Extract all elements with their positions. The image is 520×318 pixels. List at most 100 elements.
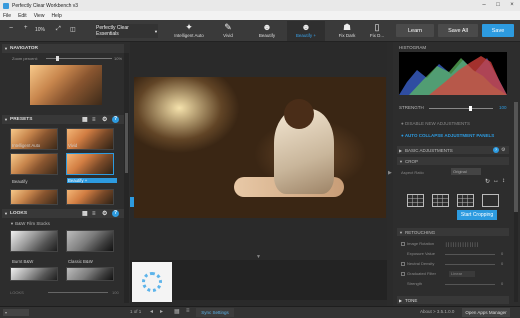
right-panel-toggle[interactable]: ▶ xyxy=(388,170,392,176)
tab-beautify[interactable]: ☻ Beautify xyxy=(248,21,286,41)
menu-edit[interactable]: Edit xyxy=(18,13,27,19)
preset-thumb[interactable] xyxy=(10,153,58,175)
strength-label: STRENGTH xyxy=(399,105,424,110)
rotate-icon[interactable]: ↻ xyxy=(485,178,490,185)
filter-select[interactable]: ▾ xyxy=(3,309,29,316)
tone-header[interactable]: ▶ TONE xyxy=(397,296,509,304)
grid-view-icon[interactable]: ▦ xyxy=(82,116,88,123)
help-icon[interactable]: ? xyxy=(112,210,119,217)
row-slider[interactable] xyxy=(445,284,495,285)
retouch-row[interactable]: Graduated Filter Linear xyxy=(401,271,511,277)
flip-vertical-icon[interactable]: ↕ xyxy=(502,178,505,184)
tab-fix-d[interactable]: ▯ Fix D... xyxy=(366,21,388,41)
zoom-in-button[interactable]: + xyxy=(24,25,28,31)
retouch-row[interactable]: Exposure Value 0 xyxy=(401,251,511,257)
menu-file[interactable]: File xyxy=(3,13,11,19)
scrollbar-thumb[interactable] xyxy=(514,102,518,212)
slider-handle[interactable] xyxy=(469,106,472,111)
aspect-ratio-select[interactable]: Original xyxy=(451,168,481,175)
tab-intelligent-auto[interactable]: ✦ Intelligent Auto xyxy=(170,21,208,41)
crop-header[interactable]: ▼ CROP xyxy=(397,157,509,165)
list-view-icon[interactable]: ≡ xyxy=(92,117,96,123)
navigator-header[interactable]: ▼ NAVIGATOR xyxy=(2,44,124,53)
disable-adjustments-toggle[interactable]: ● DISABLE NEW ADJUSTMENTS xyxy=(401,121,470,126)
basic-adjustments-header[interactable]: ▶ BASIC ADJUSTMENTS ? ⚙ xyxy=(397,146,509,154)
crop-grid-spiral-icon[interactable] xyxy=(482,194,499,207)
minimize-icon[interactable]: – xyxy=(478,1,490,9)
settings-icon[interactable]: ⚙ xyxy=(501,147,505,153)
tab-fix-dark[interactable]: ☗ Fix Dark xyxy=(328,21,366,41)
navigator-preview[interactable] xyxy=(30,65,102,105)
histogram-title: HISTOGRAM xyxy=(399,45,427,50)
row-value: 0 xyxy=(501,251,504,256)
title-bar: Perfectly Clear Workbench v3 – □ × xyxy=(0,0,520,11)
look-thumb[interactable] xyxy=(66,230,114,252)
retouch-row[interactable]: Image Rotation ┃┃┃┃┃┃┃┃┃┃┃┃┃┃ xyxy=(401,241,511,247)
list-icon[interactable]: ≡ xyxy=(186,308,190,314)
look-thumb[interactable] xyxy=(10,267,58,281)
preset-thumb[interactable] xyxy=(10,189,58,205)
save-button[interactable]: Save xyxy=(482,24,514,37)
help-icon[interactable]: ? xyxy=(112,116,119,123)
row-label: Neutral Density xyxy=(407,261,435,266)
open-apps-manager-button[interactable]: Open Apps Manager xyxy=(462,308,510,317)
retouch-row[interactable]: Strength 0 xyxy=(401,281,511,287)
tab-vivid[interactable]: ✎ Vivid xyxy=(209,21,247,41)
settings-icon[interactable]: ⚙ xyxy=(102,116,107,123)
fit-icon[interactable]: ⤢ xyxy=(56,26,61,33)
prev-icon[interactable]: ◂ xyxy=(150,308,153,315)
flip-horizontal-icon[interactable]: ↔ xyxy=(493,178,499,184)
slider-handle[interactable] xyxy=(56,56,59,61)
looks-header[interactable]: ▼ LOOKS ▦ ≡ ⚙ ? xyxy=(2,209,124,218)
preset-thumb-selected[interactable] xyxy=(66,153,114,175)
menu-help[interactable]: Help xyxy=(51,13,61,19)
looks-category-label: B&W Film Stocks xyxy=(15,221,50,226)
looks-category[interactable]: ▼ B&W Film Stocks xyxy=(10,221,50,226)
maximize-icon[interactable]: □ xyxy=(492,1,504,9)
save-all-button[interactable]: Save All xyxy=(438,24,478,37)
presets-header[interactable]: ▼ PRESETS ▦ ≡ ⚙ ? xyxy=(2,115,124,124)
sync-settings-button[interactable]: Sync Settings xyxy=(196,308,234,317)
look-thumb[interactable] xyxy=(66,267,114,281)
checkbox-icon[interactable] xyxy=(401,261,405,266)
tab-beautify-plus[interactable]: ☻ Beautify + xyxy=(287,21,325,41)
crop-grid-thirds-icon[interactable] xyxy=(407,194,424,207)
right-scrollbar[interactable] xyxy=(514,102,518,302)
strength-slider[interactable] xyxy=(429,106,493,111)
zoom-out-button[interactable]: − xyxy=(9,25,13,32)
list-view-icon[interactable]: ≡ xyxy=(92,211,96,217)
settings-icon[interactable]: ⚙ xyxy=(102,210,107,217)
about-version[interactable]: About > 3.5.1.0.0 xyxy=(420,309,454,314)
row-slider[interactable] xyxy=(445,254,495,255)
row-select[interactable]: Linear xyxy=(449,271,475,277)
crop-grid-golden-icon[interactable] xyxy=(432,194,449,207)
preset-thumb[interactable] xyxy=(66,189,114,205)
navigator-zoom-slider[interactable] xyxy=(46,56,112,61)
looks-strength-slider[interactable] xyxy=(48,292,108,293)
left-scrollbar[interactable] xyxy=(124,53,129,303)
checkbox-icon[interactable] xyxy=(401,271,405,276)
preset-library-selector[interactable]: Perfectly Clear Essentials ▼ xyxy=(96,24,158,38)
next-icon[interactable]: ▸ xyxy=(160,308,163,315)
looks-title: LOOKS xyxy=(10,211,28,216)
left-panel-toggle[interactable] xyxy=(130,197,134,207)
grid-icon[interactable]: ▦ xyxy=(174,308,180,315)
row-slider[interactable] xyxy=(445,264,495,265)
retouch-row[interactable]: Neutral Density 0 xyxy=(401,261,511,267)
filmstrip-thumb[interactable] xyxy=(132,262,172,302)
close-icon[interactable]: × xyxy=(506,1,518,9)
checkbox-icon[interactable] xyxy=(401,241,405,246)
menu-view[interactable]: View xyxy=(34,13,45,19)
retouching-header[interactable]: ▼ RETOUCHING xyxy=(397,228,509,236)
auto-collapse-toggle[interactable]: ● AUTO COLLAPSE ADJUSTMENT PANELS xyxy=(401,133,494,138)
learn-button[interactable]: Learn xyxy=(396,24,434,37)
grid-view-icon[interactable]: ▦ xyxy=(82,210,88,217)
look-thumb[interactable] xyxy=(10,230,58,252)
compare-icon[interactable]: ◫ xyxy=(70,26,76,33)
main-photo[interactable] xyxy=(134,77,386,218)
preset-label: Beautify xyxy=(12,179,28,184)
crop-grid-diagonal-icon[interactable] xyxy=(457,194,474,207)
scrollbar-thumb[interactable] xyxy=(125,113,128,173)
help-icon[interactable]: ? xyxy=(493,147,499,153)
start-cropping-button[interactable]: Start Cropping xyxy=(457,210,497,220)
